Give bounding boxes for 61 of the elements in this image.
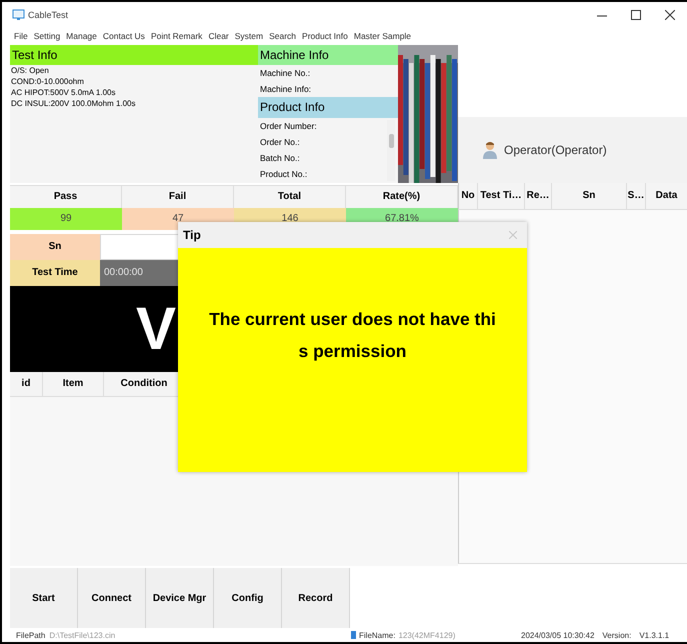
toolbar-button[interactable]: Config [214, 568, 282, 628]
info-text: AC HIPOT:500V 5.0mA 1.00s [10, 86, 116, 98]
app-icon [12, 8, 25, 21]
maximize-icon[interactable] [631, 10, 641, 20]
version-text: V1.3.1.1 [639, 630, 670, 640]
menu-item[interactable]: File [14, 31, 28, 42]
info-text: DC INSUL:200V 100.0Mohm 1.00s [10, 98, 137, 109]
status-label: FilePath [16, 630, 46, 640]
menu-item[interactable]: Master Sample [354, 31, 412, 42]
info-text: COND:0-10.000ohm [10, 76, 85, 87]
field-label: Order Number: [259, 120, 318, 133]
menu-item[interactable]: Point Remark [150, 31, 202, 42]
field-label: Test Time [10, 260, 100, 286]
file-icon [351, 631, 356, 640]
field-label: Order No.: [259, 136, 301, 149]
panel-header: Product Info [258, 96, 398, 118]
file-path: D:\TestFile\123.cin [49, 630, 116, 640]
field-label: Sn [10, 234, 100, 260]
scrollbar[interactable] [387, 120, 395, 181]
column-header: S… [627, 182, 646, 209]
column-header: Fail [122, 186, 234, 208]
panel-header: Test Info [10, 44, 258, 65]
dialog-title: Tip [183, 228, 201, 242]
toolbar-button[interactable]: Start [10, 568, 78, 628]
dialog-message: The current user does not have thi s permission [209, 308, 496, 363]
column-header: Total [234, 186, 346, 208]
menu-item[interactable]: Manage [66, 31, 97, 42]
field-label: Machine No.: [259, 66, 312, 80]
field-label: Product No.: [259, 168, 308, 181]
column-header: Test Ti… [478, 182, 525, 209]
info-text: O/S: Open [10, 64, 50, 76]
menu-item[interactable]: Search [269, 31, 296, 42]
toolbar-button[interactable]: Connect [78, 568, 146, 628]
stat-value: 99 [10, 208, 122, 230]
column-header: No [459, 182, 478, 209]
menu-item[interactable]: Contact Us [102, 31, 145, 42]
status-label: Version: [602, 630, 632, 640]
close-icon[interactable] [665, 10, 675, 20]
panel-header: Machine Info [258, 44, 398, 65]
column-header: Item [43, 372, 104, 396]
column-header: Sn [552, 182, 627, 209]
status-label: FileName: [359, 630, 396, 640]
menu-item[interactable]: Product Info [302, 31, 348, 42]
date-time: 2024/03/05 10:30:42 [521, 630, 594, 640]
field-label: Machine Info: [259, 82, 312, 96]
column-header: Pass [10, 186, 122, 208]
menu-item[interactable]: System [234, 31, 264, 42]
toolbar-button[interactable]: Device Mgr [146, 568, 214, 628]
field-label: Batch No.: [259, 152, 301, 165]
column-header: Data [654, 189, 678, 204]
menu-item[interactable]: Clear [208, 31, 229, 42]
user-icon [482, 140, 498, 159]
file-name: 123(42MF4129) [398, 630, 456, 640]
column-header: id [10, 372, 43, 396]
toolbar-button[interactable]: Record [282, 568, 350, 628]
operator-label: Operator(Operator) [504, 142, 607, 157]
menu-item[interactable]: Setting [34, 31, 60, 42]
column-header: Rate(%) [346, 186, 458, 208]
window-title: CableTest [28, 10, 68, 20]
column-header: Re… [525, 182, 552, 209]
result-text: V [136, 298, 176, 359]
